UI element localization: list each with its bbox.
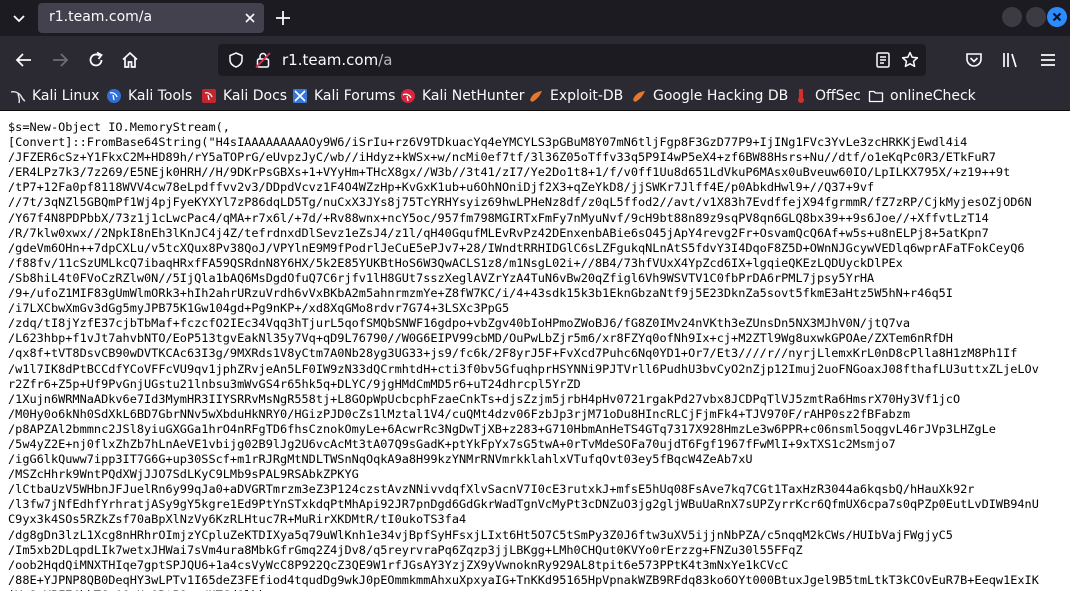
code-line: /dg8gDn3lzL1Xcg8nHRhrOImjzYCpluZeKTDIXya…	[8, 527, 953, 542]
hamburger-menu-icon[interactable]	[1038, 50, 1058, 70]
code-line: /f88fv/11cSzUMLkcQ7ibaqHRxfFA59QSRdnN8Y6…	[8, 255, 903, 270]
code-line: /5w4yZ2E+nj0flxZhZb7hLnAeVE1vbijg02B9lJg…	[8, 436, 896, 451]
minimize-window-button[interactable]	[1002, 7, 1022, 27]
bookmark-exploit-db[interactable]: Exploit-DB	[528, 86, 623, 106]
code-line: /gdeVm6OHn++7dpCXLu/v5tcXQux8Pv38QoJ/VPY…	[8, 240, 1025, 255]
kali-tools-icon	[107, 89, 121, 103]
library-icon[interactable]	[1000, 50, 1020, 70]
exploit-db-icon	[530, 91, 542, 102]
folder-icon	[868, 90, 884, 103]
bookmark-kali-docs[interactable]: Kali Docs	[201, 86, 287, 106]
bookmark-label: onlineCheck	[890, 88, 976, 104]
code-line: /Im5xb2DLqpdLIk7wetxJHWai7sVm4ura8MbkGfr…	[8, 542, 803, 557]
forward-arrow-icon[interactable]	[50, 50, 70, 70]
close-window-icon	[1052, 12, 1062, 22]
code-line: /Y67f4N8PDPbbX/73z1j1cLwcPac4/qMA+r7x6l/…	[8, 210, 989, 225]
close-tab-icon[interactable]	[242, 10, 258, 26]
code-line: /zdq/tI8jYzfE37cjbTbMaf+fczcfO2IEc34Vqq3…	[8, 316, 911, 331]
page-content: $s=New-Object IO.MemoryStream(, [Convert]…	[0, 111, 1070, 591]
bookmark-kali-linux[interactable]: Kali Linux	[10, 86, 99, 106]
code-line: /ER4LPz7k3/7z269/E5NEjk0HRH//H/9DKrPsGBX…	[8, 165, 1011, 180]
code-line: /oob2HqdQiMNXTHIqe7gptSPJQU6+1a4csVyWcC8…	[8, 557, 789, 572]
url-text[interactable]: r1.team.com/a	[282, 51, 392, 69]
code-line: $s=New-Object IO.MemoryStream(,	[8, 120, 230, 134]
bookmark-label: Kali Tools	[128, 88, 193, 104]
google-hacking-db-icon	[633, 91, 645, 102]
code-line: //7t/3qNZl5GBQmPf1Wj4pjFyeKYXYl7zP86dqLD…	[8, 195, 1032, 210]
code-line: r2Zfr6+Z5p+Uf9PvGnjUGstu21lnbsu3mWvGS4r6…	[8, 376, 581, 391]
bookmark-kali-forums[interactable]: Kali Forums	[292, 86, 395, 106]
tab-title: r1.team.com/a	[49, 9, 153, 25]
maximize-window-button[interactable]	[1026, 7, 1046, 27]
bookmark-google-hacking-db[interactable]: Google Hacking DB	[631, 86, 788, 106]
pocket-icon[interactable]	[964, 50, 984, 70]
bookmark-label: Kali Docs	[223, 88, 288, 104]
bookmark-star-icon[interactable]	[900, 50, 920, 70]
reader-view-icon[interactable]	[874, 51, 892, 69]
tab-strip: r1.team.com/a	[0, 0, 1070, 36]
back-arrow-icon[interactable]	[14, 50, 34, 70]
bookmark-label: Kali Linux	[32, 88, 100, 104]
address-bar[interactable]: r1.team.com/a	[218, 44, 926, 76]
code-line: /88E+YJPNP8QB0DeqHY3wLPTv1I65deZ3FEfiod4…	[8, 572, 1039, 587]
insecure-lock-icon[interactable]	[254, 51, 272, 69]
bookmark-label: Google Hacking DB	[653, 88, 789, 104]
reload-icon[interactable]	[86, 50, 106, 70]
code-line: /qx8f+tVT8DsvCB90wDVTKCAc63I3g/9MXRds1V8…	[8, 346, 1018, 361]
bookmark-folder-onlinecheck[interactable]: onlineCheck	[868, 86, 976, 106]
url-path: /a	[378, 51, 393, 69]
code-line: C9yx3k4SOs5RZkZsf70aBpXlNzVy6KzRLHtuc7R+…	[8, 512, 467, 527]
url-host: r1.team.com	[282, 51, 379, 69]
code-line: /i7LXCbwXmGv3dGg5myJPB75K1Gw104gd+Pg9nKP…	[8, 301, 510, 316]
bookmark-label: Kali NetHunter	[422, 88, 525, 104]
home-icon[interactable]	[120, 50, 140, 70]
kali-nethunter-icon	[401, 89, 415, 103]
offsec-icon	[798, 89, 804, 103]
kali-linux-icon	[10, 91, 26, 104]
code-line: /JFZER6cSz+Y1FkxC2M+HD89h/rY5aTOPrG/eUvp…	[8, 150, 996, 165]
code-line: /igG6lkQuww7ipp3IT7G6G+up30SScf+m1rRJRgM…	[8, 452, 753, 467]
bookmark-kali-nethunter[interactable]: Kali NetHunter	[400, 86, 524, 106]
bookmark-label: Exploit-DB	[550, 88, 624, 104]
bookmark-label: OffSec	[815, 88, 861, 104]
code-line: /p8APZAl2bmmnc2JSl8yiuGXGGa1hrO4nRFgTD6f…	[8, 421, 996, 436]
new-tab-icon[interactable]	[274, 9, 292, 27]
code-line: /w1l7IK8dPtBCCdfYCoVFFcVU9qv1jphZRvjeAn5…	[8, 361, 1039, 376]
kali-forums-icon	[293, 89, 307, 103]
code-line: [Convert]::FromBase64String("H4sIAAAAAAA…	[8, 135, 968, 150]
code-line: /L623hbp+f1vJt7ahvbNTO/EoP513tgvEakNl35y…	[8, 331, 953, 346]
navigation-toolbar: r1.team.com/a	[0, 36, 1070, 82]
tab-list-chevron-icon[interactable]	[10, 9, 28, 27]
code-line: /tP7+12Fa0pf8118WVV4cw78eLpdffvv2v3/DDpd…	[8, 180, 875, 195]
code-line: /M0Hy0o6kNh0SdXkL6BD7GbrNNv5wXbduHkNRY0/…	[8, 406, 911, 421]
bookmark-label: Kali Forums	[314, 88, 396, 104]
active-tab[interactable]: r1.team.com/a	[38, 3, 264, 33]
tracking-protection-shield-icon[interactable]	[227, 51, 245, 69]
powershell-code-text: $s=New-Object IO.MemoryStream(, [Convert]…	[8, 120, 1068, 591]
code-line: /MSZcHhrk9WntPQdXWjJJO7SdLKyC9LMb9sPAL9R…	[8, 467, 359, 482]
bookmark-offsec[interactable]: OffSec	[793, 86, 861, 106]
kali-docs-icon	[202, 89, 216, 103]
close-window-button[interactable]	[1047, 7, 1067, 27]
bookmarks-toolbar: Kali Linux Kali Tools Kali Docs Kali For…	[0, 82, 1070, 110]
bookmark-kali-tools[interactable]: Kali Tools	[106, 86, 192, 106]
code-line: /l3fw7jNfEdhfYrhratjASy9gY5kgre1Ed9PtYnS…	[8, 497, 1039, 512]
code-line: /lCtbaUzV5WHbnJFJuelRn6y99qJa0+aDVGRTmrz…	[8, 482, 975, 497]
code-line: /9+/ufoZ1MIF83gUmWlmORk3+hIh2ahrURzuVrdh…	[8, 286, 953, 301]
code-line: /R/7klw0xwx//2NpkI8nEh3lKnJC4j4Z/tefrdnx…	[8, 225, 989, 240]
code-line: /1Xujn6WRMNaADkv6e7Id3MymHR3IIYSRRvMsNgR…	[8, 391, 961, 406]
code-line: /Sb8hiL4t0FVoCzRZlw0N//5IjQla1bAQ6MsDgdO…	[8, 270, 875, 285]
